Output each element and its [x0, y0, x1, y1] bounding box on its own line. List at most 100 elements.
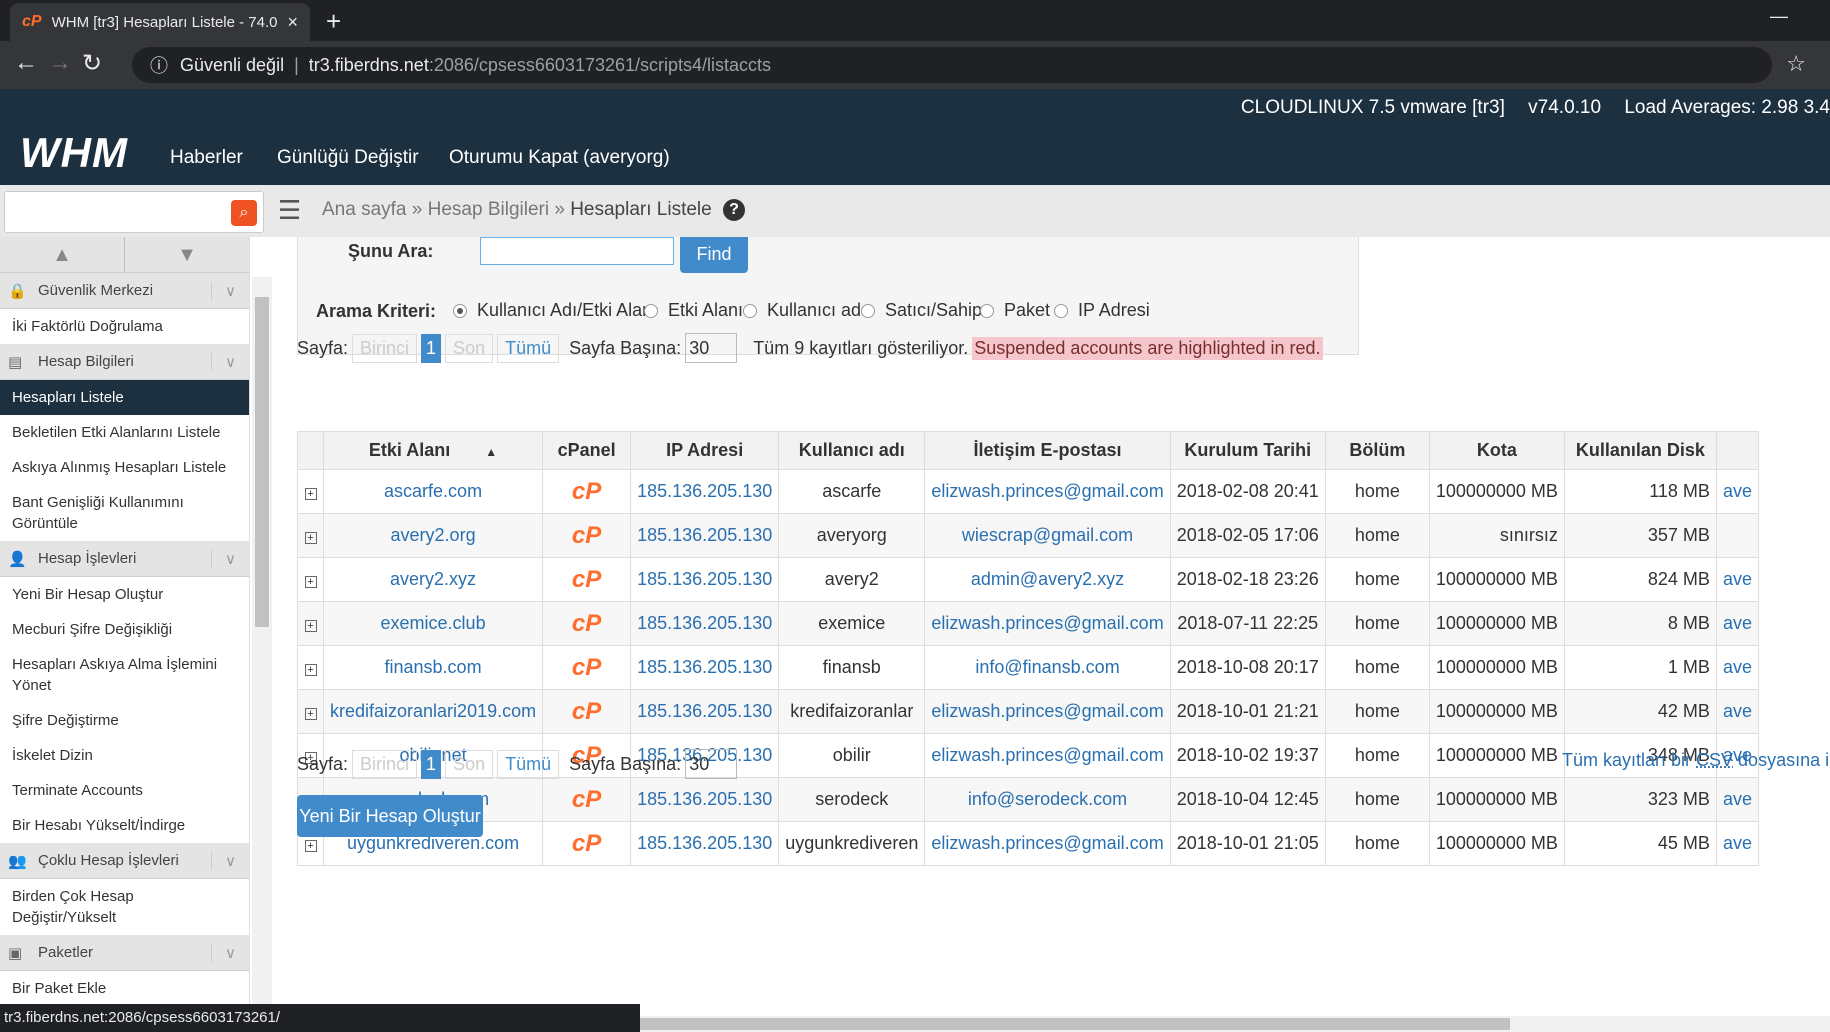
cpanel-logo-icon[interactable]: cP	[572, 786, 601, 813]
radio-button[interactable]	[1054, 303, 1068, 318]
sidebar-item[interactable]: Şifre Değiştirme	[0, 703, 249, 738]
cpanel-link[interactable]: cP	[542, 689, 632, 734]
cell-owner[interactable]: ave	[1715, 777, 1759, 822]
criteria-radio[interactable]: Kullanıcı adı	[743, 300, 866, 321]
sidebar-section[interactable]: 🔒 Güvenlik Merkezi ∨	[0, 273, 249, 309]
expand-toggle[interactable]: +	[297, 601, 324, 646]
cpanel-logo-icon[interactable]: cP	[572, 566, 601, 593]
cell-ip[interactable]: 185.136.205.130	[630, 469, 780, 514]
col-partition[interactable]: Bölüm	[1324, 431, 1430, 470]
criteria-radio[interactable]: IP Adresi	[1054, 300, 1150, 321]
sidebar-item[interactable]: Bant Genişliği Kullanımını Görüntüle	[0, 485, 249, 541]
cell-owner[interactable]: ave	[1715, 469, 1759, 514]
new-tab-button[interactable]: +	[326, 6, 341, 37]
chevron-down-icon[interactable]: ∨	[211, 549, 249, 568]
browser-tab[interactable]: cP WHM [tr3] Hesapları Listele - 74.0 ×	[10, 3, 310, 41]
col-email[interactable]: İletişim E-postası	[924, 431, 1171, 470]
cpanel-link[interactable]: cP	[542, 645, 632, 690]
cell-email[interactable]: elizwash.princes@gmail.com	[924, 689, 1171, 734]
criteria-radio[interactable]: Kullanıcı Adı/Etki Alanı	[453, 300, 657, 321]
sidebar-item[interactable]: Mecburi Şifre Değişikliği	[0, 612, 249, 647]
csv-download-link[interactable]: Tüm kayıtları bir CSV dosyasına in	[1562, 750, 1830, 771]
pager-all[interactable]: Tümü	[497, 749, 560, 779]
col-setup-date[interactable]: Kurulum Tarihi	[1169, 431, 1326, 470]
expand-toggle[interactable]: +	[297, 513, 324, 558]
expand-toggle[interactable]: +	[297, 557, 324, 602]
cell-ip[interactable]: 185.136.205.130	[630, 513, 780, 558]
cell-ip[interactable]: 185.136.205.130	[630, 557, 780, 602]
pager-all[interactable]: Tümü	[497, 333, 560, 363]
help-icon[interactable]: ?	[723, 199, 746, 221]
sidebar-scrollbar[interactable]	[252, 277, 272, 1032]
pager-first[interactable]: Birinci	[352, 749, 418, 779]
radio-button[interactable]	[980, 303, 994, 318]
cpanel-logo-icon[interactable]: cP	[572, 522, 601, 549]
sidebar-section[interactable]: 👥 Çoklu Hesap İşlevleri ∨	[0, 843, 249, 879]
cell-ip[interactable]: 185.136.205.130	[630, 645, 780, 690]
cell-email[interactable]: elizwash.princes@gmail.com	[924, 821, 1171, 866]
chevron-down-icon[interactable]: ∨	[211, 943, 249, 962]
per-page-input[interactable]: 30	[685, 749, 738, 779]
find-button[interactable]: Find	[680, 237, 748, 273]
nav-news[interactable]: Haberler	[170, 147, 243, 169]
cell-email[interactable]: wiescrap@gmail.com	[924, 513, 1171, 558]
horizontal-scrollbar[interactable]	[640, 1016, 1830, 1032]
reload-icon[interactable]: ↻	[82, 49, 102, 78]
cpanel-link[interactable]: cP	[542, 777, 632, 822]
sidebar-item[interactable]: Hesapları Listele	[0, 380, 249, 415]
col-username[interactable]: Kullanıcı adı	[778, 431, 926, 470]
criteria-radio[interactable]: Satıcı/Sahip	[861, 300, 982, 321]
back-arrow-icon[interactable]: ←	[14, 49, 38, 77]
cell-domain[interactable]: ascarfe.com	[322, 469, 544, 514]
cell-owner[interactable]: ave	[1715, 557, 1759, 602]
radio-button[interactable]	[861, 303, 875, 318]
cell-owner[interactable]: ave	[1715, 645, 1759, 690]
scrollbar-thumb[interactable]	[255, 297, 269, 627]
pager-current[interactable]: 1	[421, 333, 442, 363]
sidebar-item[interactable]: İki Faktörlü Doğrulama	[0, 309, 249, 344]
criteria-radio[interactable]: Etki Alanı	[644, 300, 743, 321]
crumb-account-info[interactable]: Hesap Bilgileri	[428, 199, 549, 220]
search-icon[interactable]: ⌕	[231, 200, 257, 226]
radio-button[interactable]	[453, 303, 467, 318]
col-domain[interactable]: Etki Alanı ▲	[322, 431, 544, 470]
sidebar-section[interactable]: ▤ Hesap Bilgileri ∨	[0, 344, 249, 380]
expand-toggle[interactable]: +	[297, 469, 324, 514]
cell-email[interactable]: info@serodeck.com	[924, 777, 1171, 822]
cpanel-logo-icon[interactable]: cP	[572, 654, 601, 681]
cpanel-link[interactable]: cP	[542, 821, 632, 866]
expand-icon[interactable]: +	[304, 576, 317, 588]
whm-logo[interactable]: WHM	[20, 129, 128, 177]
cell-email[interactable]: elizwash.princes@gmail.com	[924, 601, 1171, 646]
per-page-input[interactable]: 30	[685, 333, 738, 363]
pager-first[interactable]: Birinci	[352, 333, 418, 363]
col-quota[interactable]: Kota	[1428, 431, 1565, 470]
cell-email[interactable]: elizwash.princes@gmail.com	[924, 733, 1171, 778]
sidebar-item[interactable]: İskelet Dizin	[0, 738, 249, 773]
nav-changelog[interactable]: Günlüğü Değiştir	[277, 147, 419, 169]
criteria-radio[interactable]: Paket	[980, 300, 1050, 321]
radio-button[interactable]	[743, 303, 757, 318]
cell-domain[interactable]: finansb.com	[322, 645, 544, 690]
radio-button[interactable]	[644, 303, 658, 318]
cell-ip[interactable]: 185.136.205.130	[630, 601, 780, 646]
sidebar-section[interactable]: 👤 Hesap İşlevleri ∨	[0, 541, 249, 577]
sidebar-item[interactable]: Hesapları Askıya Alma İşlemini Yönet	[0, 647, 249, 703]
cpanel-link[interactable]: cP	[542, 557, 632, 602]
sidebar-item[interactable]: Yeni Bir Hesap Oluştur	[0, 577, 249, 612]
col-disk-used[interactable]: Kullanılan Disk	[1563, 431, 1717, 470]
expand-icon[interactable]: +	[304, 532, 317, 544]
expand-toggle[interactable]: +	[297, 689, 324, 734]
cell-owner[interactable]: ave	[1715, 601, 1759, 646]
sidebar-search-input[interactable]: ⌕	[4, 191, 264, 233]
col-ip[interactable]: IP Adresi	[630, 431, 780, 470]
minimize-window-button[interactable]: —	[1770, 6, 1788, 27]
chevron-down-icon[interactable]: ∨	[211, 352, 249, 371]
cell-email[interactable]: info@finansb.com	[924, 645, 1171, 690]
expand-toggle[interactable]: +	[297, 645, 324, 690]
sidebar-section[interactable]: ▣ Paketler ∨	[0, 935, 249, 971]
cell-ip[interactable]: 185.136.205.130	[630, 777, 780, 822]
cell-domain[interactable]: avery2.org	[322, 513, 544, 558]
cell-domain[interactable]: exemice.club	[322, 601, 544, 646]
cell-owner[interactable]: ave	[1715, 689, 1759, 734]
